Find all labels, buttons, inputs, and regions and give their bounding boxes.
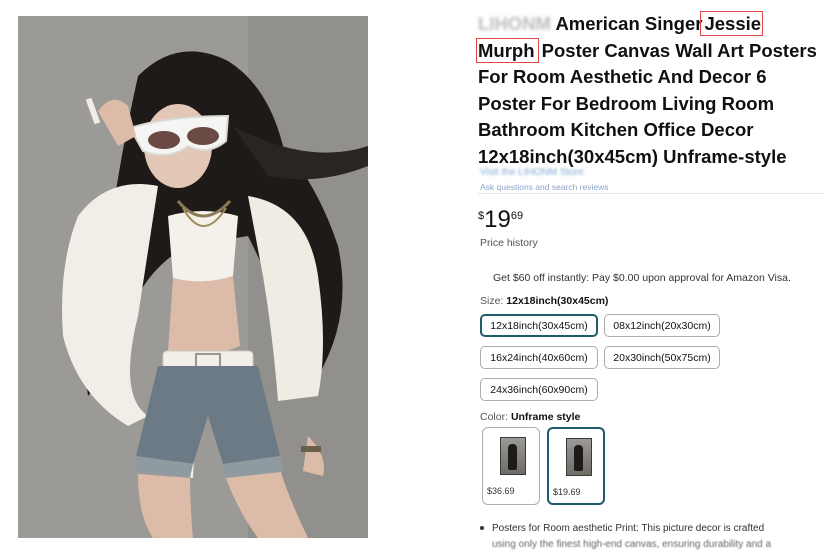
swatch-price: $19.69 [553, 487, 581, 497]
product-image[interactable] [18, 16, 368, 538]
search-reviews-link[interactable]: Ask questions and search reviews [480, 182, 609, 192]
product-title: LIHONM American Singer Jessie Murph Poste… [475, 11, 823, 170]
color-swatch-unframe[interactable]: $19.69 [547, 427, 605, 505]
size-option[interactable]: 24x36inch(60x90cm) [480, 378, 598, 401]
product-photo-illustration [18, 16, 368, 538]
color-label: Color: Unframe style [480, 411, 580, 423]
size-option[interactable]: 08x12inch(20x30cm) [604, 314, 720, 337]
swatch-thumbnail [500, 437, 526, 475]
size-option[interactable]: 12x18inch(30x45cm) [480, 314, 598, 337]
price-whole: 19 [484, 206, 511, 233]
price-symbol: $ [478, 210, 485, 222]
store-link[interactable]: Visit the LIHONM Store [480, 167, 584, 178]
size-label-prefix: Size: [480, 295, 504, 307]
swatch-thumbnail [566, 438, 592, 476]
swatch-price: $36.69 [487, 486, 515, 496]
bullet-line-1: Posters for Room aesthetic Print: This p… [492, 523, 765, 534]
bullet-line-2: using only the finest high-end canvas, e… [492, 539, 772, 550]
size-option[interactable]: 16x24inch(40x60cm) [480, 346, 598, 369]
color-label-prefix: Color: [480, 411, 509, 423]
bullet-dot-icon [480, 526, 484, 531]
price-fraction: 69 [510, 210, 524, 222]
divider [478, 193, 823, 194]
feature-bullet: Posters for Room aesthetic Print: This p… [480, 521, 825, 553]
color-swatch-framed[interactable]: $36.69 [482, 427, 540, 505]
title-text-before: American Singer [555, 13, 703, 34]
price: $1969 [478, 206, 523, 234]
brand-name[interactable]: LIHONM [478, 13, 551, 34]
size-selected-value: 12x18inch(30x45cm) [506, 295, 609, 307]
size-option[interactable]: 20x30inch(50x75cm) [604, 346, 720, 369]
credit-card-offer[interactable]: Get $60 off instantly: Pay $0.00 upon ap… [493, 272, 791, 284]
price-history-link[interactable]: Price history [480, 237, 538, 249]
size-label: Size: 12x18inch(30x45cm) [480, 295, 608, 307]
color-selected-value: Unframe style [510, 411, 581, 423]
